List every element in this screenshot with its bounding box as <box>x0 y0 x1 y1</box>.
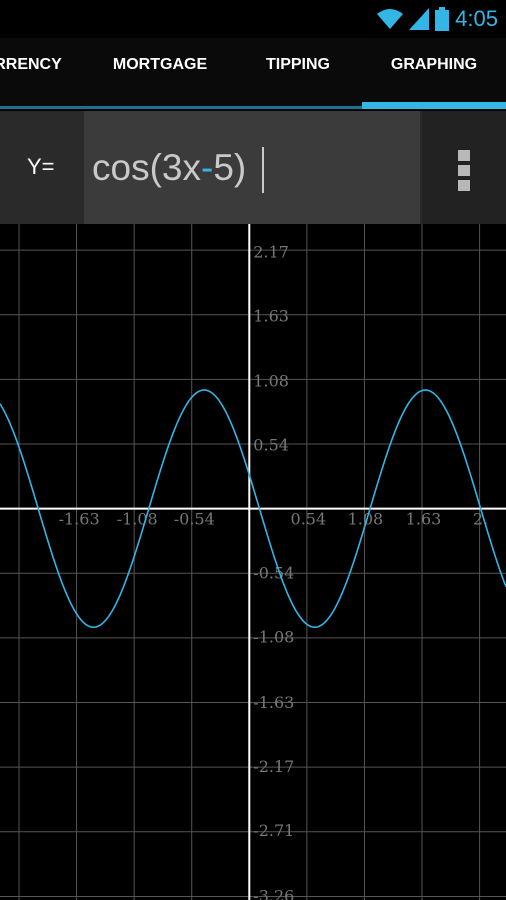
status-bar: 4:05 <box>0 0 506 38</box>
signal-icon <box>409 8 430 30</box>
active-tab-indicator <box>362 102 506 109</box>
expression-text: cos(3x-5) <box>92 147 246 189</box>
tab-mortgage[interactable]: MORTGAGE <box>90 38 230 104</box>
expression-part: 5) <box>213 147 247 188</box>
expression-part: cos(3x <box>92 147 201 188</box>
y-tick-label: 2.17 <box>253 242 289 261</box>
battery-icon <box>435 7 450 31</box>
text-cursor <box>262 147 264 193</box>
y-equals-label: Y= <box>27 154 55 179</box>
x-tick-label: 1.63 <box>406 510 442 529</box>
tab-currency[interactable]: RRENCY <box>0 38 70 104</box>
x-tick-label: 0.54 <box>291 510 327 529</box>
tab-tipping[interactable]: TIPPING <box>236 38 360 104</box>
y-tick-label: 0.54 <box>253 436 289 455</box>
tab-label: MORTGAGE <box>112 56 208 73</box>
y-tick-label: -3.26 <box>253 886 294 900</box>
status-icons: 4:05 <box>377 4 498 34</box>
function-graph[interactable]: -1.63 -1.08 -0.54 0.54 1.08 1.63 2.2.171.631.0… <box>0 224 506 900</box>
tab-label: TIPPING <box>265 56 330 73</box>
tab-label: RRENCY <box>0 56 62 73</box>
y-tick-label: -1.08 <box>253 628 294 647</box>
function-input-row: Y= cos(3x-5) <box>0 111 506 224</box>
y-tick-label: -0.54 <box>253 564 294 583</box>
tab-label: GRAPHING <box>390 56 478 73</box>
y-tick-label: -2.17 <box>253 757 294 776</box>
x-tick-label: -0.54 <box>174 510 215 529</box>
overflow-menu-button[interactable] <box>422 111 506 224</box>
x-tick-label: -1.08 <box>117 510 158 529</box>
wifi-icon <box>377 9 404 29</box>
y-tick-label: -1.63 <box>253 693 294 712</box>
expression-input[interactable]: cos(3x-5) <box>84 111 420 224</box>
x-tick-label: -1.63 <box>59 510 100 529</box>
tab-graphing[interactable]: GRAPHING <box>362 38 506 104</box>
y-tick-label: 1.08 <box>253 372 289 391</box>
y-tick-label: -2.71 <box>253 821 294 840</box>
tab-bar: RRENCY MORTGAGE TIPPING GRAPHING <box>0 38 506 110</box>
status-time: 4:05 <box>455 6 498 31</box>
expression-operator: - <box>200 147 214 188</box>
y-tick-label: 1.63 <box>253 306 289 325</box>
